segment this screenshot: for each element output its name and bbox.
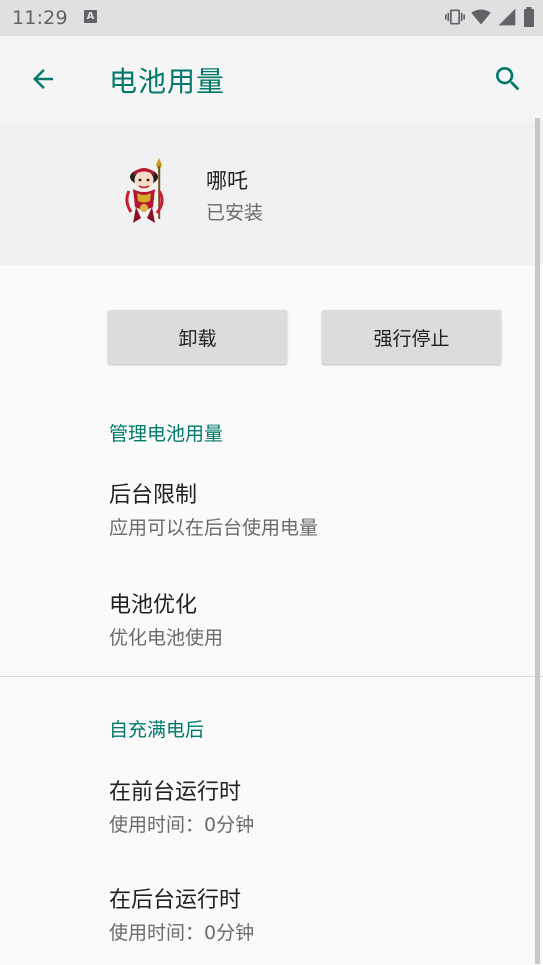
page-title: 电池用量 xyxy=(109,65,226,98)
uninstall-button[interactable]: 卸载 xyxy=(108,310,287,364)
app-icon xyxy=(120,156,172,228)
search-button[interactable] xyxy=(487,58,529,100)
wifi-icon xyxy=(471,9,491,25)
keyboard-indicator-icon: A xyxy=(84,10,97,23)
app-install-status: 已安装 xyxy=(206,202,264,224)
battery-optimization-preference[interactable]: 电池优化 优化电池使用 xyxy=(109,593,523,650)
back-arrow-icon xyxy=(33,69,53,89)
app-header: 哪吒 已安装 xyxy=(0,122,543,265)
foreground-usage-preference[interactable]: 在前台运行时 使用时间：0分钟 xyxy=(109,780,523,837)
battery-icon xyxy=(524,7,534,27)
preference-summary: 优化电池使用 xyxy=(109,627,224,650)
preference-summary: 使用时间：0分钟 xyxy=(109,814,255,837)
signal-icon xyxy=(498,8,516,26)
background-usage-preference[interactable]: 在后台运行时 使用时间：0分钟 xyxy=(109,888,523,945)
settings-content: 卸载 强行停止 管理电池用量 后台限制 应用可以在后台使用电量 电池优化 优化电… xyxy=(0,265,543,965)
status-icons xyxy=(445,6,535,28)
force-stop-button[interactable]: 强行停止 xyxy=(322,310,501,364)
app-name: 哪吒 xyxy=(206,169,248,193)
preference-title: 后台限制 xyxy=(109,483,198,508)
preference-title: 在前台运行时 xyxy=(109,780,242,805)
section-since-full-charge: 自充满电后 xyxy=(109,719,205,741)
status-time: 11:29 xyxy=(12,7,68,29)
back-button[interactable] xyxy=(22,58,64,100)
section-divider xyxy=(0,676,543,677)
preference-title: 电池优化 xyxy=(109,593,198,618)
app-bar: 电池用量 xyxy=(0,36,543,122)
scrollbar[interactable] xyxy=(535,118,540,964)
preference-summary: 使用时间：0分钟 xyxy=(109,922,255,945)
section-manage-battery: 管理电池用量 xyxy=(109,423,224,445)
vibrate-icon xyxy=(445,9,465,25)
search-icon xyxy=(496,67,520,91)
preference-summary: 应用可以在后台使用电量 xyxy=(109,517,319,540)
status-bar: 11:29 A xyxy=(0,0,543,36)
preference-title: 在后台运行时 xyxy=(109,888,242,913)
background-restriction-preference[interactable]: 后台限制 应用可以在后台使用电量 xyxy=(109,483,523,540)
